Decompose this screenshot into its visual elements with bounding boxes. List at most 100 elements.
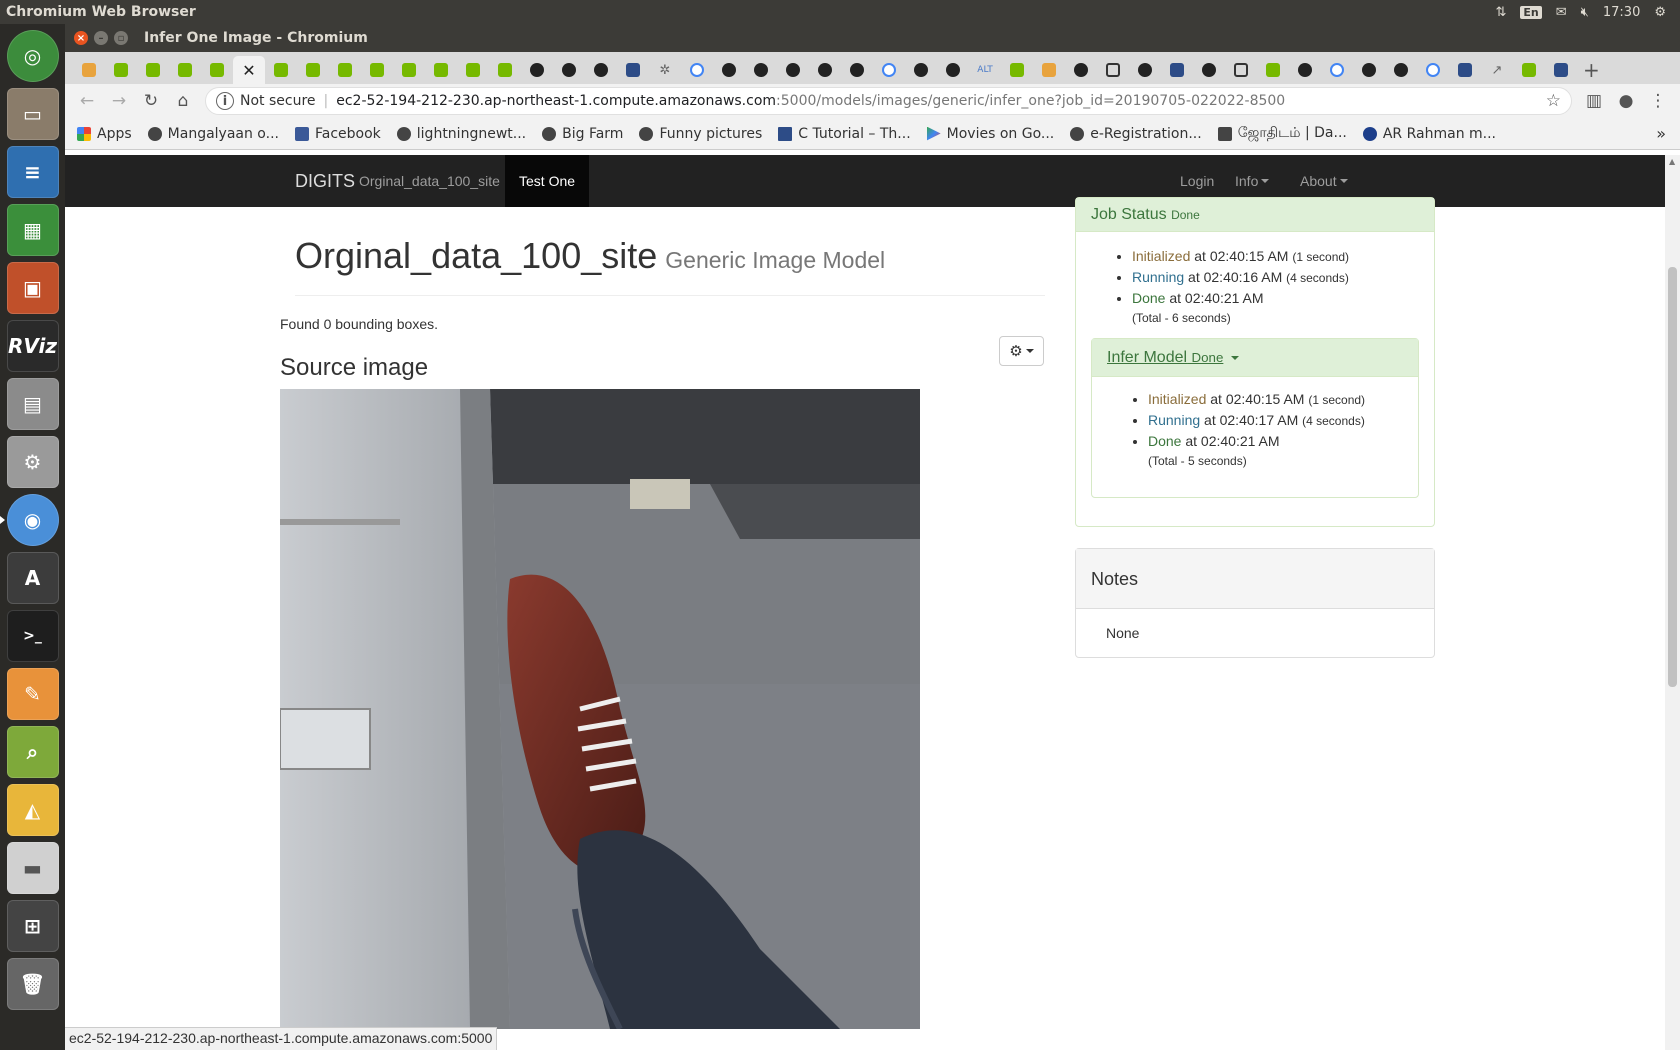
bookmarks-overflow-icon[interactable]: » <box>1656 124 1680 143</box>
bookmark-item[interactable]: e-Registration... <box>1070 126 1202 142</box>
network-icon[interactable]: ⇅ <box>1496 5 1507 20</box>
trash-icon[interactable]: 🗑︎ <box>6 958 59 1010</box>
browser-tab[interactable] <box>521 56 553 84</box>
infer-model-link[interactable]: Infer Model Done <box>1107 349 1223 366</box>
workspace-switcher-icon[interactable]: ⊞ <box>6 900 59 952</box>
browser-tab[interactable] <box>1385 56 1417 84</box>
bookmark-item[interactable]: Facebook <box>294 126 381 142</box>
navbar-brand[interactable]: DIGITS <box>295 171 355 192</box>
nav-dataset-link[interactable]: Orginal_data_100_site <box>359 155 500 207</box>
browser-tab[interactable] <box>297 56 329 84</box>
home-icon[interactable]: ⌂ <box>169 87 197 115</box>
page-scrollbar[interactable]: ▲ <box>1665 155 1680 1050</box>
browser-tab[interactable] <box>329 56 361 84</box>
settings-icon[interactable]: ⚙ <box>6 436 59 488</box>
browser-tab[interactable] <box>393 56 425 84</box>
browser-tab[interactable] <box>1321 56 1353 84</box>
back-icon[interactable]: ← <box>73 87 101 115</box>
browser-tab[interactable] <box>841 56 873 84</box>
new-tab-button[interactable]: + <box>1583 56 1600 84</box>
browser-tab[interactable] <box>1257 56 1289 84</box>
keyboard-layout-indicator[interactable]: En <box>1520 5 1542 19</box>
image-viewer-icon[interactable]: ⌕ <box>6 726 59 778</box>
browser-tab[interactable] <box>1289 56 1321 84</box>
browser-tab[interactable] <box>937 56 969 84</box>
browser-tab[interactable] <box>1353 56 1385 84</box>
browser-tab[interactable] <box>169 56 201 84</box>
window-minimize-icon[interactable]: – <box>94 31 108 45</box>
browser-tab[interactable] <box>1417 56 1449 84</box>
window-maximize-icon[interactable]: ▫ <box>114 31 128 45</box>
browser-tab[interactable] <box>553 56 585 84</box>
text-editor-icon[interactable]: ✎ <box>6 668 59 720</box>
browser-tab[interactable] <box>1545 56 1577 84</box>
browser-tab[interactable] <box>489 56 521 84</box>
browser-tab[interactable] <box>713 56 745 84</box>
browser-tab[interactable] <box>1033 56 1065 84</box>
bookmark-item[interactable]: C Tutorial – Th... <box>778 126 911 142</box>
browser-tab[interactable] <box>1193 56 1225 84</box>
bookmark-item[interactable]: Movies on Go... <box>926 126 1054 142</box>
browser-tab[interactable] <box>1513 56 1545 84</box>
bookmark-item[interactable]: lightningnewt... <box>396 126 526 142</box>
browser-tab[interactable] <box>425 56 457 84</box>
browser-tab[interactable] <box>1001 56 1033 84</box>
browser-tab[interactable] <box>1225 56 1257 84</box>
browser-tab[interactable] <box>777 56 809 84</box>
browser-tab[interactable] <box>1449 56 1481 84</box>
bookmark-item[interactable]: ஜோதிடம் | Da... <box>1217 125 1347 143</box>
chevron-down-icon[interactable] <box>1230 355 1239 360</box>
settings-gear-icon[interactable]: ⚙ <box>1654 5 1666 20</box>
browser-tab[interactable] <box>873 56 905 84</box>
browser-tab[interactable] <box>265 56 297 84</box>
browser-tab[interactable] <box>137 56 169 84</box>
browser-tab[interactable] <box>905 56 937 84</box>
nav-active-job-link[interactable]: Test One <box>505 155 590 207</box>
site-info-icon[interactable]: i <box>216 92 234 110</box>
clock[interactable]: 17:30 <box>1603 5 1640 20</box>
browser-tab[interactable] <box>809 56 841 84</box>
window-close-icon[interactable]: × <box>74 31 88 45</box>
browser-tab[interactable] <box>1161 56 1193 84</box>
browser-tab[interactable] <box>681 56 713 84</box>
terminal-icon[interactable]: >_ <box>6 610 59 662</box>
browser-tab[interactable] <box>617 56 649 84</box>
writer-icon[interactable]: ≡ <box>6 146 59 198</box>
profile-icon[interactable]: ● <box>1612 87 1640 115</box>
browser-tab[interactable] <box>745 56 777 84</box>
browser-tab[interactable]: ✲ <box>649 56 681 84</box>
forward-icon[interactable]: → <box>105 87 133 115</box>
browser-tab[interactable] <box>73 56 105 84</box>
browser-tab[interactable] <box>457 56 489 84</box>
impress-icon[interactable]: ▣ <box>6 262 59 314</box>
browser-tab[interactable] <box>1065 56 1097 84</box>
browser-tab[interactable] <box>201 56 233 84</box>
tab-active[interactable]: ✕ <box>233 56 265 84</box>
bookmark-item[interactable]: Big Farm <box>542 126 623 142</box>
software-updater-icon[interactable]: A <box>6 552 59 604</box>
mail-icon[interactable]: ✉ <box>1556 5 1567 20</box>
scroll-up-icon[interactable]: ▲ <box>1669 157 1675 166</box>
ubuntu-dash-icon[interactable]: ◎ <box>6 30 59 82</box>
options-gear-button[interactable]: ⚙ <box>999 336 1044 366</box>
volume-muted-icon[interactable]: 🔇︎ <box>1581 5 1589 20</box>
bookmark-item[interactable]: AR Rahman m... <box>1362 126 1496 142</box>
tab-close-icon[interactable]: ✕ <box>242 61 255 80</box>
browser-tab[interactable] <box>361 56 393 84</box>
draw-icon[interactable]: ◭ <box>6 784 59 836</box>
browser-tab[interactable]: ALT <box>969 56 1001 84</box>
address-bar[interactable]: i Not secure | ec2-52-194-212-230.ap-nor… <box>205 87 1572 115</box>
browser-tab[interactable] <box>585 56 617 84</box>
bookmark-item[interactable]: Apps <box>77 126 132 142</box>
drive-icon[interactable]: ▬ <box>6 842 59 894</box>
browser-tab[interactable] <box>1129 56 1161 84</box>
scrollbar-thumb[interactable] <box>1668 267 1677 687</box>
browser-tab[interactable]: ↗ <box>1481 56 1513 84</box>
menu-icon[interactable]: ⋮ <box>1644 87 1672 115</box>
browser-tab[interactable] <box>1097 56 1129 84</box>
bookmark-item[interactable]: Funny pictures <box>639 126 762 142</box>
extension-icon[interactable]: ▥ <box>1580 87 1608 115</box>
files-icon[interactable]: ▭ <box>6 88 59 140</box>
calc-icon[interactable]: ▦ <box>6 204 59 256</box>
store-icon[interactable]: ▤ <box>6 378 59 430</box>
